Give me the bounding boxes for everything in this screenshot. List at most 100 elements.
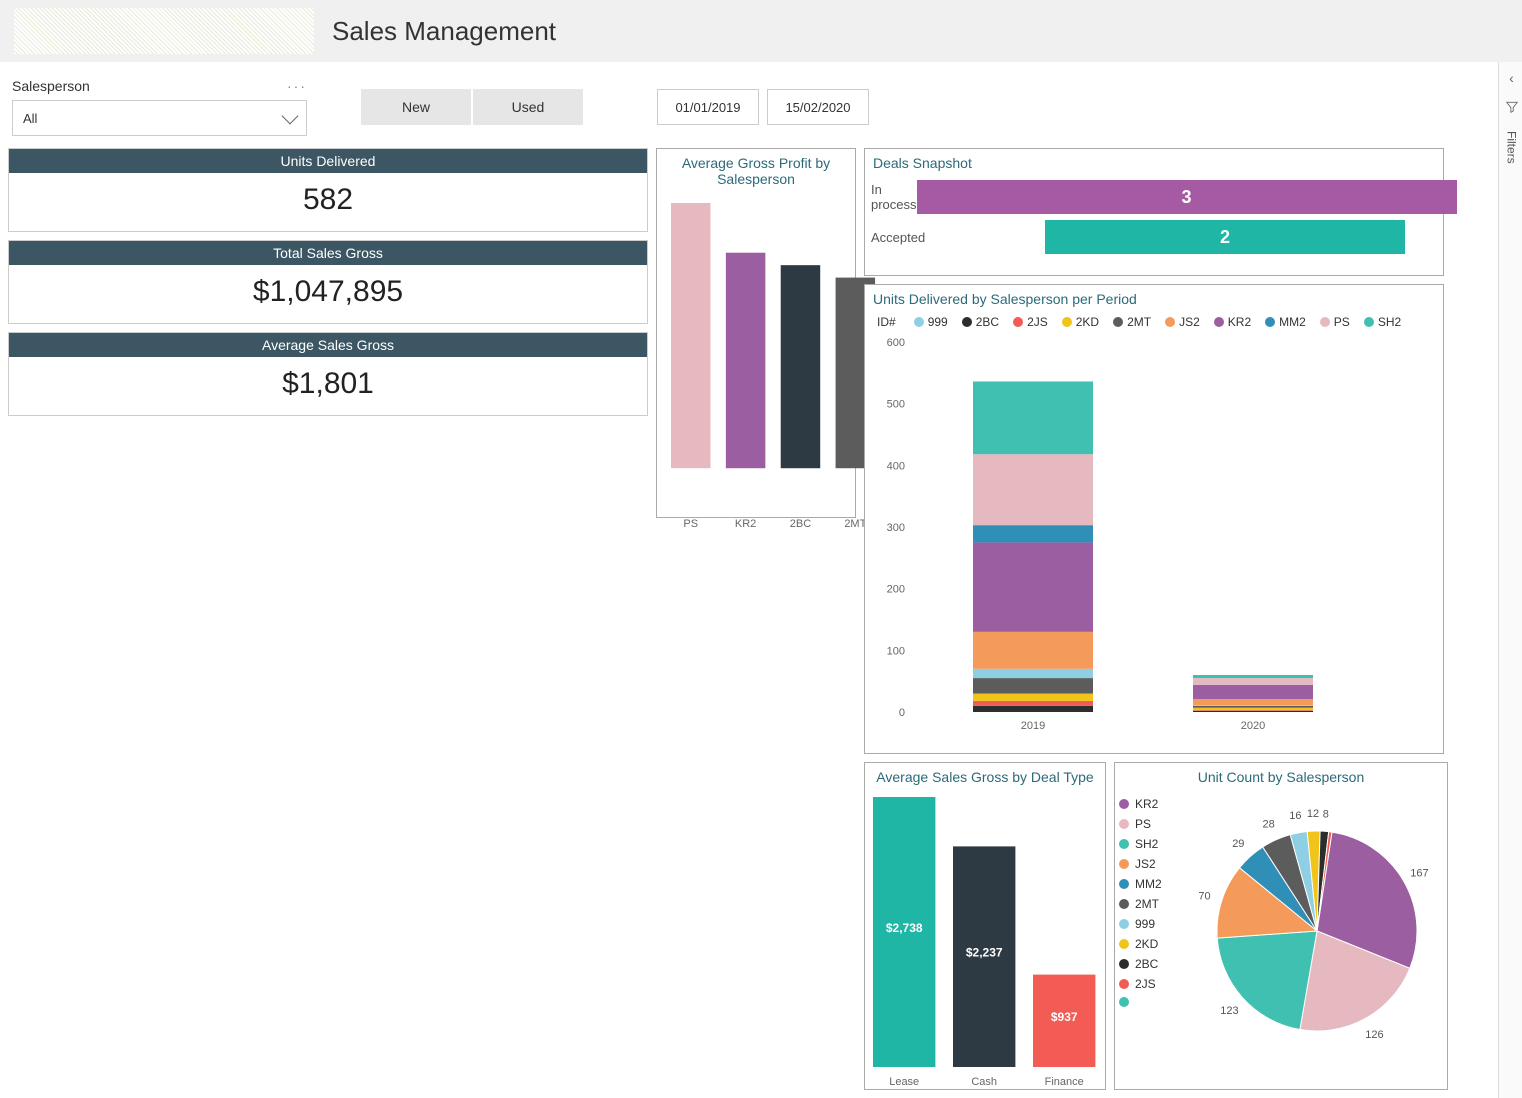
svg-text:Lease: Lease <box>889 1076 919 1088</box>
svg-text:28: 28 <box>1263 818 1275 830</box>
legend-swatch <box>1265 317 1275 327</box>
kpi-avg-value: $1,801 <box>9 357 647 415</box>
logo-placeholder <box>14 8 314 54</box>
legend-label: KR2 <box>1228 315 1251 329</box>
profit-chart-card[interactable]: Average Gross Profit by Salesperson PSKR… <box>656 148 856 518</box>
condition-segment: New Used <box>361 89 583 125</box>
pie-legend-item[interactable]: PS <box>1119 817 1183 831</box>
slicer-more-icon[interactable]: ··· <box>287 78 307 94</box>
svg-text:$2,738: $2,738 <box>886 921 923 935</box>
legend-swatch <box>1165 317 1175 327</box>
funnel-icon <box>1505 100 1519 117</box>
svg-text:0: 0 <box>899 707 905 719</box>
legend-item[interactable]: JS2 <box>1165 315 1200 329</box>
legend-label: 2JS <box>1027 315 1048 329</box>
filters-row: Salesperson ··· All New Used 01/01/2019 … <box>8 70 1514 148</box>
pie-legend-item[interactable]: 2JS <box>1119 977 1183 991</box>
legend-item[interactable]: 999 <box>914 315 948 329</box>
kpi-total-value: $1,047,895 <box>9 265 647 323</box>
legend-item[interactable]: SH2 <box>1364 315 1401 329</box>
kpi-units-value: 582 <box>9 173 647 231</box>
chevron-left-icon: ‹ <box>1509 70 1514 86</box>
pie-legend-item[interactable] <box>1119 997 1183 1007</box>
legend-label: PS <box>1334 315 1350 329</box>
pie-legend: KR2 PS SH2 JS2 MM2 2MT 999 2KD 2BC 2JS <box>1115 791 1187 1071</box>
profit-title: Average Gross Profit by Salesperson <box>657 149 855 193</box>
legend-item[interactable]: 2KD <box>1062 315 1099 329</box>
svg-text:29: 29 <box>1232 838 1244 850</box>
date-range: 01/01/2019 15/02/2020 <box>657 89 869 125</box>
legend-label: 999 <box>928 315 948 329</box>
pie-legend-item[interactable]: KR2 <box>1119 797 1183 811</box>
svg-text:123: 123 <box>1220 1005 1238 1017</box>
pie-legend-item[interactable]: 2MT <box>1119 897 1183 911</box>
pie-legend-item[interactable]: JS2 <box>1119 857 1183 871</box>
legend-swatch <box>1119 997 1129 1007</box>
kpi-units-label: Units Delivered <box>9 149 647 173</box>
legend-item[interactable]: KR2 <box>1214 315 1251 329</box>
pie-legend-item[interactable]: 2KD <box>1119 937 1183 951</box>
dealtype-chart-card[interactable]: Average Sales Gross by Deal Type $2,738 L… <box>864 762 1106 1090</box>
legend-label: PS <box>1135 817 1151 831</box>
pie-legend-item[interactable]: SH2 <box>1119 837 1183 851</box>
legend-swatch <box>1214 317 1224 327</box>
legend-label: JS2 <box>1135 857 1156 871</box>
svg-text:126: 126 <box>1365 1029 1383 1041</box>
legend-label: SH2 <box>1378 315 1401 329</box>
chevron-down-icon <box>282 108 299 125</box>
dealtype-title: Average Sales Gross by Deal Type <box>865 763 1105 791</box>
filters-pane-label: Filters <box>1505 131 1519 164</box>
svg-text:300: 300 <box>887 522 905 534</box>
date-from[interactable]: 01/01/2019 <box>657 89 759 125</box>
salesperson-dropdown[interactable]: All <box>12 100 307 136</box>
legend-item[interactable]: PS <box>1320 315 1350 329</box>
svg-text:2BC: 2BC <box>790 518 811 530</box>
legend-item[interactable]: 2MT <box>1113 315 1151 329</box>
legend-swatch <box>1062 317 1072 327</box>
svg-text:2020: 2020 <box>1241 720 1265 732</box>
kpi-units[interactable]: Units Delivered 582 <box>8 148 648 232</box>
legend-swatch <box>1119 919 1129 929</box>
page-title: Sales Management <box>332 16 556 47</box>
stacked-chart-card[interactable]: Units Delivered by Salesperson per Perio… <box>864 284 1444 754</box>
legend-swatch <box>1119 979 1129 989</box>
kpi-total[interactable]: Total Sales Gross $1,047,895 <box>8 240 648 324</box>
legend-item[interactable]: MM2 <box>1265 315 1306 329</box>
legend-swatch <box>1013 317 1023 327</box>
legend-swatch <box>1119 839 1129 849</box>
pie-legend-item[interactable]: 2BC <box>1119 957 1183 971</box>
kpi-stack: Units Delivered 582 Total Sales Gross $1… <box>8 148 648 754</box>
legend-item[interactable]: 2JS <box>1013 315 1048 329</box>
svg-text:PS: PS <box>683 518 698 530</box>
svg-text:2019: 2019 <box>1021 720 1045 732</box>
svg-text:16: 16 <box>1289 810 1301 822</box>
legend-label: 2KD <box>1076 315 1099 329</box>
svg-text:8: 8 <box>1323 808 1329 820</box>
kpi-total-label: Total Sales Gross <box>9 241 647 265</box>
svg-text:100: 100 <box>887 645 905 657</box>
svg-text:167: 167 <box>1410 867 1428 879</box>
legend-swatch <box>1119 939 1129 949</box>
filters-pane-toggle[interactable]: ‹ Filters <box>1498 62 1522 1098</box>
date-to[interactable]: 15/02/2020 <box>767 89 869 125</box>
segment-used-button[interactable]: Used <box>473 89 583 125</box>
svg-text:70: 70 <box>1198 890 1210 902</box>
legend-label: 2BC <box>976 315 999 329</box>
legend-label: 2MT <box>1135 897 1159 911</box>
slicer-label: Salesperson <box>12 78 90 94</box>
salesperson-slicer: Salesperson ··· All <box>12 78 307 136</box>
pie-legend-item[interactable]: 999 <box>1119 917 1183 931</box>
legend-swatch <box>1119 859 1129 869</box>
legend-swatch <box>1113 317 1123 327</box>
legend-label: 2MT <box>1127 315 1151 329</box>
legend-swatch <box>1119 819 1129 829</box>
legend-item[interactable]: 2BC <box>962 315 999 329</box>
kpi-avg[interactable]: Average Sales Gross $1,801 <box>8 332 648 416</box>
dealtype-chart: $2,738Lease$2,237Cash$937Finance <box>865 791 1105 1091</box>
stacked-legend: ID#9992BC2JS2KD2MTJS2KR2MM2PSSH2 <box>873 311 1435 337</box>
pie-chart-card[interactable]: Unit Count by Salesperson KR2PSSH2JS2MM2… <box>1114 762 1448 1090</box>
segment-new-button[interactable]: New <box>361 89 471 125</box>
svg-text:400: 400 <box>887 460 905 472</box>
pie-legend-item[interactable]: MM2 <box>1119 877 1183 891</box>
salesperson-value: All <box>23 111 37 126</box>
